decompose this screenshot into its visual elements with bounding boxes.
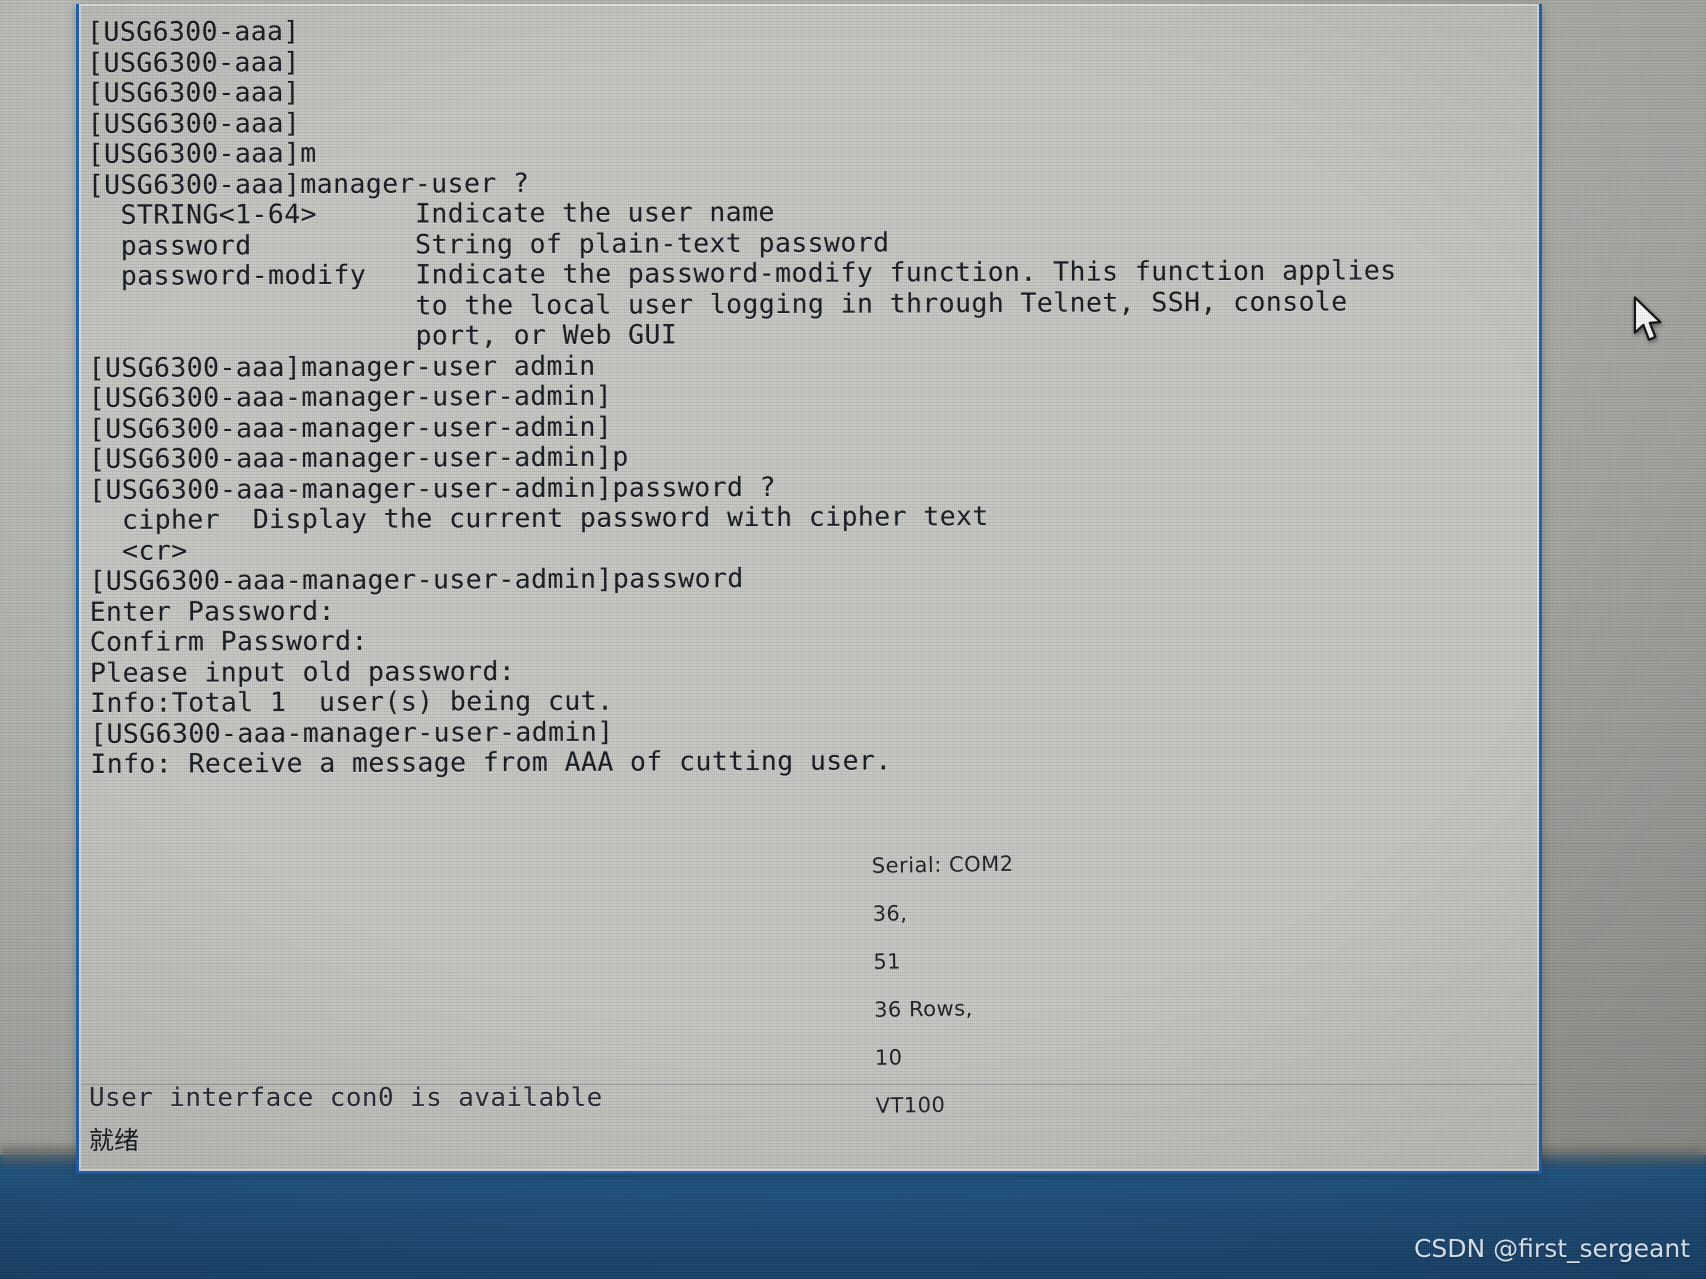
terminal-screen[interactable]: [USG6300-aaa] [USG6300-aaa] [USG6300-aaa][… xyxy=(79,0,1544,1079)
serial-terminal-window[interactable]: [USG6300-aaa] [USG6300-aaa] [USG6300-aaa][… xyxy=(76,4,1542,1174)
status-connection-port: Serial: COM2 xyxy=(871,851,1014,878)
terminal-line: Info: Receive a message from AAA of cutt… xyxy=(90,745,892,780)
user-interface-available-message: User interface con0 is available xyxy=(89,1083,603,1113)
status-ready-label: 就绪 xyxy=(89,1126,140,1155)
status-connection-info: Serial: COM2 36, 51 36 Rows, 10 VT100 xyxy=(843,828,1018,1143)
status-cols: 10 xyxy=(874,1045,903,1070)
terminal-line: to the local user logging in through Tel… xyxy=(88,285,1348,323)
mouse-pointer-icon xyxy=(1633,296,1662,341)
status-cursor-row: 36, xyxy=(872,901,908,926)
csdn-watermark: CSDN @first_sergeant xyxy=(1413,1234,1690,1263)
status-rows: 36 Rows, xyxy=(873,996,973,1022)
statusbar-divider xyxy=(81,1084,1537,1085)
status-cursor-col: 51 xyxy=(873,949,902,974)
status-emulation: VT100 xyxy=(875,1092,946,1118)
